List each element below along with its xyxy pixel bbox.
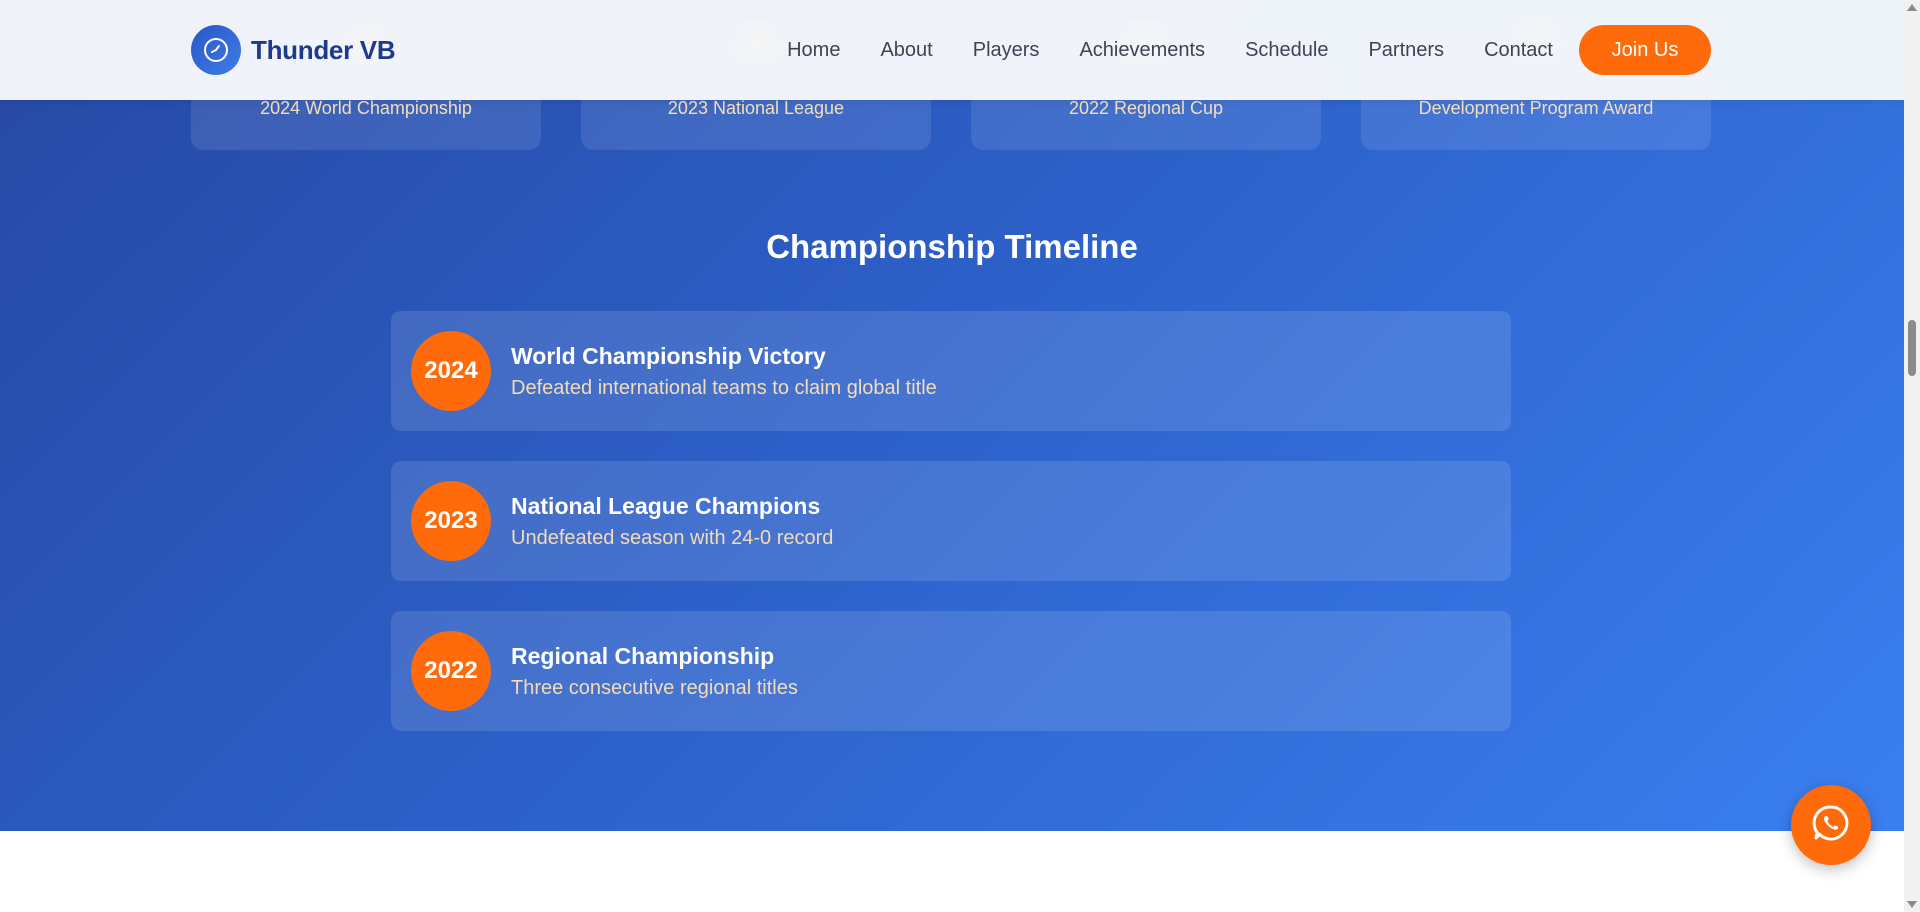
- logo[interactable]: Thunder VB: [191, 25, 396, 75]
- timeline-item-title: National League Champions: [511, 493, 821, 519]
- timeline-item-title: Regional Championship: [511, 643, 775, 669]
- volleyball-icon: [191, 25, 241, 75]
- timeline-item-description: Three consecutive regional titles: [511, 677, 798, 699]
- timeline-item: 2024 World Championship Victory Defeated…: [391, 311, 1511, 431]
- site-header: Thunder VB Home About Players Achievemen…: [0, 0, 1904, 100]
- year-badge: 2023: [411, 481, 491, 561]
- nav-contact[interactable]: Contact: [1484, 39, 1553, 62]
- logo-text: Thunder VB: [251, 34, 396, 65]
- timeline-item: 2022 Regional Championship Three consecu…: [391, 611, 1511, 731]
- whatsapp-icon: [1810, 802, 1852, 849]
- nav-achievements[interactable]: Achievements: [1079, 39, 1205, 62]
- timeline-item-description: Undefeated season with 24-0 record: [511, 527, 834, 549]
- whatsapp-button[interactable]: [1791, 785, 1871, 865]
- main-nav: Home About Players Achievements Schedule…: [787, 0, 1553, 100]
- year-badge: 2024: [411, 331, 491, 411]
- nav-players[interactable]: Players: [973, 39, 1040, 62]
- timeline-item-title: World Championship Victory: [511, 343, 826, 369]
- timeline-title: Championship Timeline: [766, 228, 1138, 265]
- join-us-button[interactable]: Join Us: [1579, 25, 1711, 75]
- nav-home[interactable]: Home: [787, 39, 840, 62]
- award-label: Development Program Award: [1418, 98, 1654, 118]
- nav-about[interactable]: About: [880, 39, 932, 62]
- scroll-up-icon[interactable]: [1907, 4, 1917, 11]
- achievements-section: 2024 World Championship 2023 National Le…: [0, 0, 1904, 831]
- nav-schedule[interactable]: Schedule: [1245, 39, 1328, 62]
- scrollbar[interactable]: [1904, 0, 1920, 912]
- page: 2024 World Championship 2023 National Le…: [0, 0, 1920, 912]
- award-label: 2024 World Championship: [260, 98, 472, 118]
- timeline-item-description: Defeated international teams to claim gl…: [511, 377, 937, 399]
- year-badge: 2022: [411, 631, 491, 711]
- scroll-thumb[interactable]: [1908, 320, 1916, 376]
- nav-partners[interactable]: Partners: [1368, 39, 1444, 62]
- award-label: 2023 National League: [667, 98, 845, 118]
- award-label: 2022 Regional Cup: [1068, 98, 1224, 118]
- timeline-item: 2023 National League Champions Undefeate…: [391, 461, 1511, 581]
- scroll-down-icon[interactable]: [1907, 901, 1917, 908]
